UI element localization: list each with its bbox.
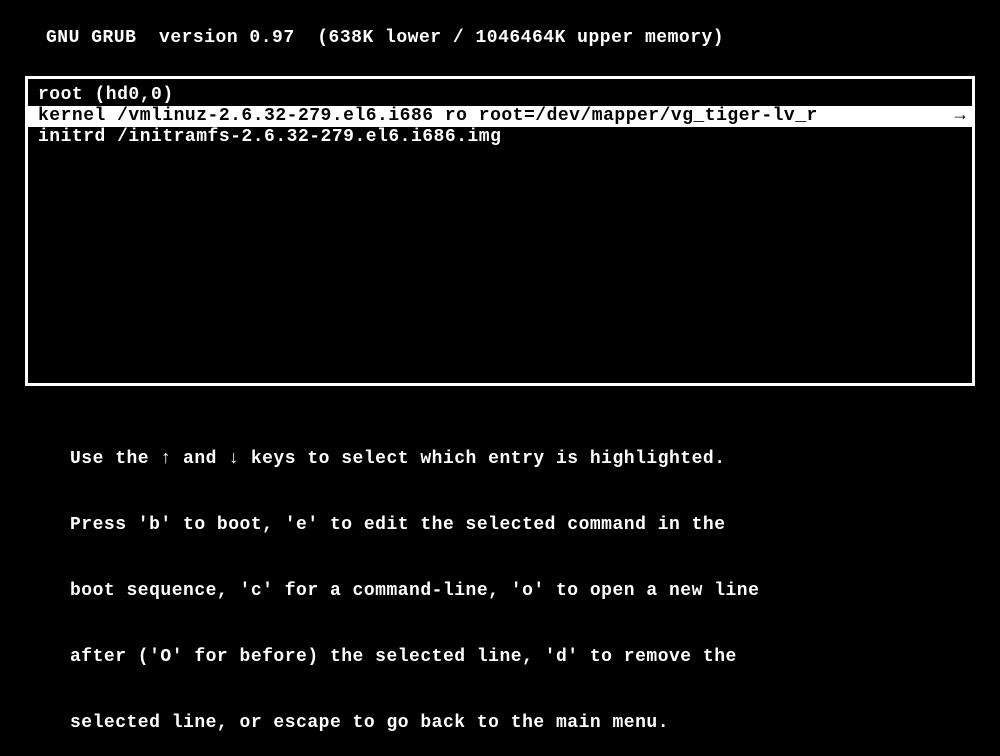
help-instructions: Use the ↑ and ↓ keys to select which ent… xyxy=(70,404,1000,756)
overflow-arrow-icon: → xyxy=(955,106,966,127)
help-line: selected line, or escape to go back to t… xyxy=(70,712,1000,734)
help-line: boot sequence, 'c' for a command-line, '… xyxy=(70,580,1000,602)
help-line: Use the ↑ and ↓ keys to select which ent… xyxy=(70,448,1000,470)
grub-header: GNU GRUB version 0.97 (638K lower / 1046… xyxy=(0,0,1000,48)
help-line: Press 'b' to boot, 'e' to edit the selec… xyxy=(70,514,1000,536)
boot-line-initrd[interactable]: initrd /initramfs-2.6.32-279.el6.i686.im… xyxy=(28,127,972,148)
boot-line-kernel[interactable]: kernel /vmlinuz-2.6.32-279.el6.i686 ro r… xyxy=(28,106,972,127)
help-line: after ('O' for before) the selected line… xyxy=(70,646,1000,668)
boot-entry-menu[interactable]: root (hd0,0) kernel /vmlinuz-2.6.32-279.… xyxy=(25,76,975,386)
boot-line-root[interactable]: root (hd0,0) xyxy=(28,85,972,106)
boot-line-kernel-text: kernel /vmlinuz-2.6.32-279.el6.i686 ro r… xyxy=(38,106,953,127)
